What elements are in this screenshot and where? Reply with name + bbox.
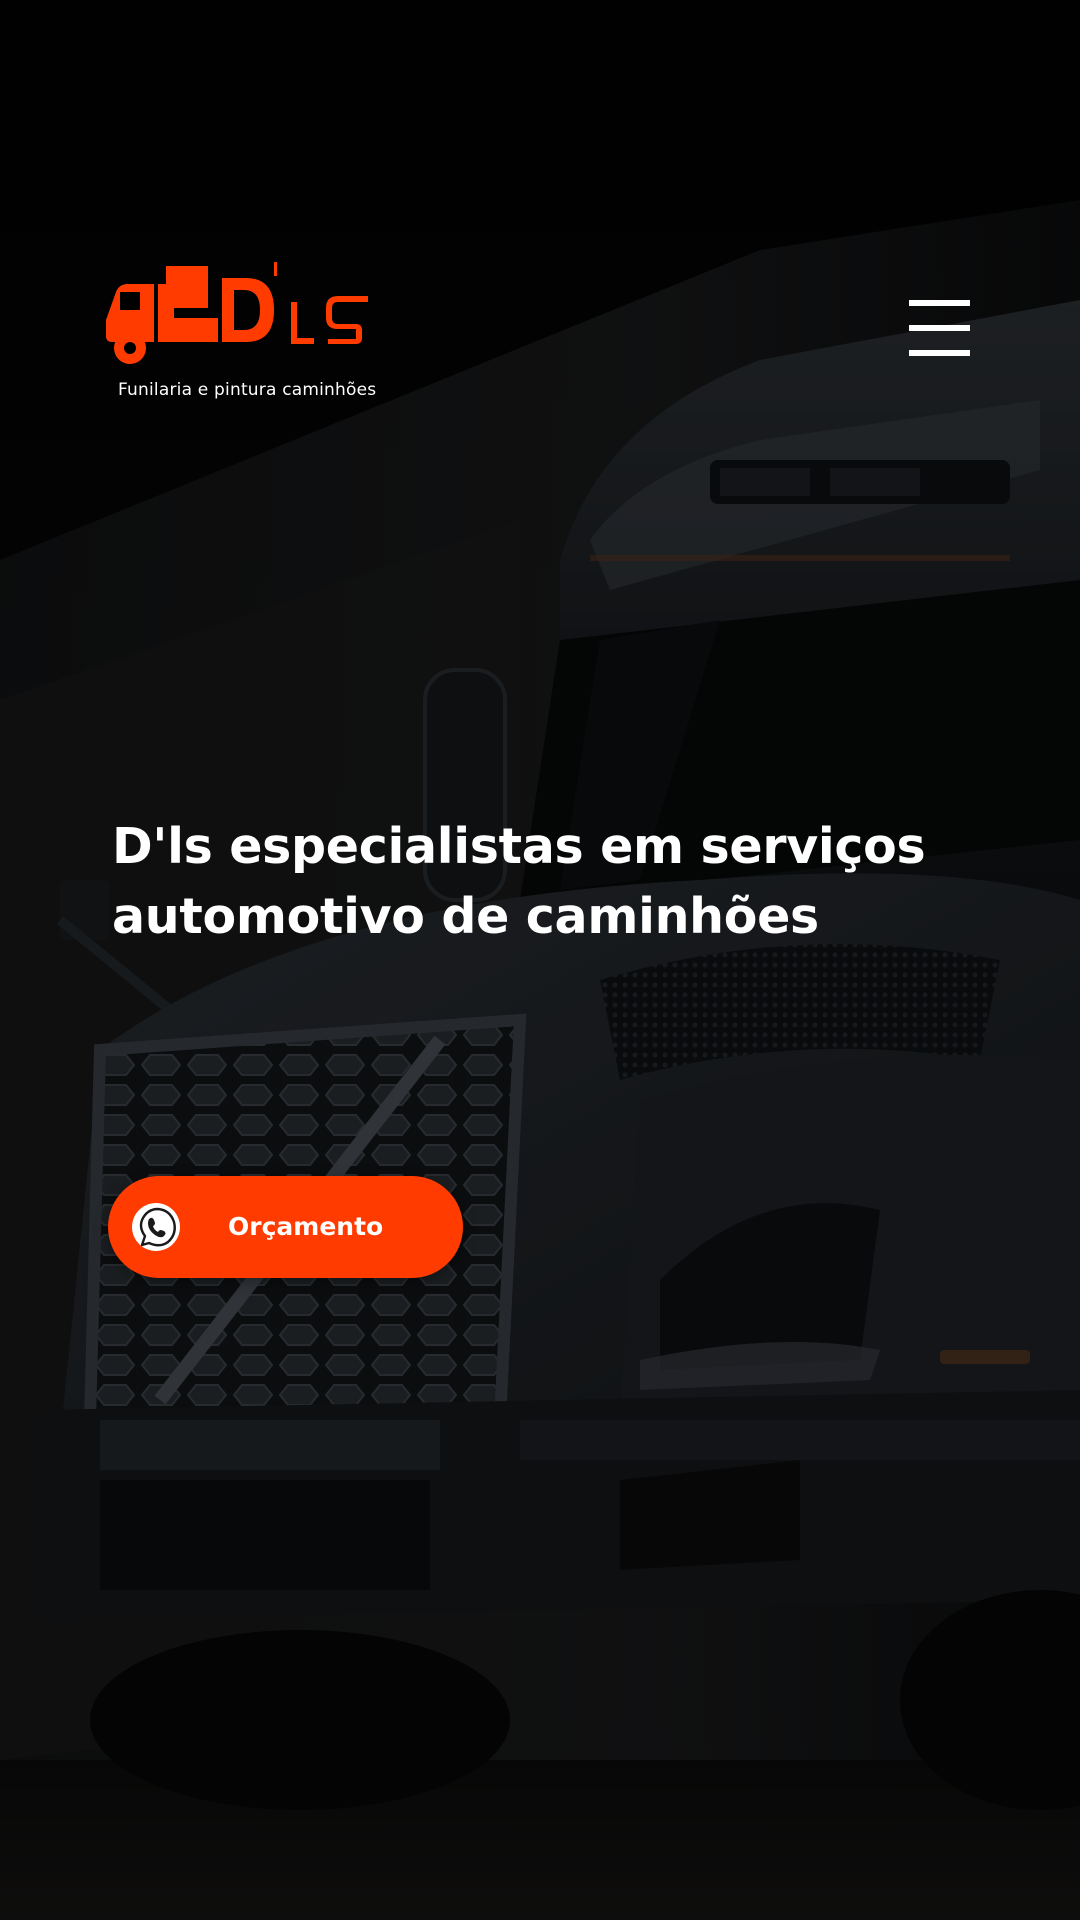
hamburger-menu-icon[interactable] [906, 296, 972, 360]
menu-bar [909, 325, 970, 331]
hero-headline-line2: automotivo de caminhões [112, 888, 819, 945]
hero-headline: D'ls especialistas em serviços automotiv… [112, 812, 972, 952]
brand-tagline: Funilaria e pintura caminhões [118, 380, 377, 400]
orcamento-button-label: Orçamento [228, 1212, 384, 1241]
menu-bar [909, 300, 970, 306]
whatsapp-icon [132, 1203, 180, 1251]
truck-logo-icon [106, 262, 368, 364]
orcamento-button[interactable]: Orçamento [108, 1176, 463, 1278]
menu-bar [909, 350, 970, 356]
page: Funilaria e pintura caminhões D'ls espec… [0, 0, 1080, 1920]
hero-headline-line1: D'ls especialistas em serviços [112, 818, 926, 875]
brand-logo[interactable]: Funilaria e pintura caminhões [106, 262, 376, 412]
